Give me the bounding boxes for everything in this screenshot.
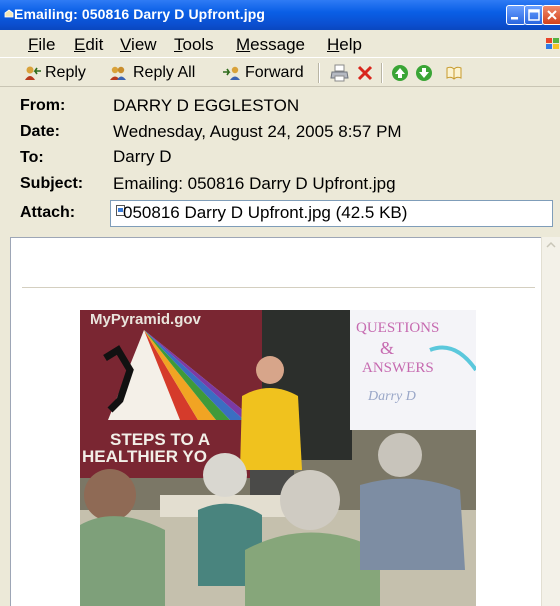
print-icon[interactable] <box>330 63 350 83</box>
left-border <box>0 237 10 606</box>
windows-flag-icon <box>546 38 559 49</box>
next-icon[interactable] <box>414 63 434 83</box>
slide-line-3: ANSWERS <box>362 360 434 376</box>
forward-button[interactable]: Forward <box>222 62 304 84</box>
reply-all-button[interactable]: Reply All <box>110 62 195 84</box>
menu-bar: File Edit View Tools Message Help <box>0 30 560 56</box>
date-label: Date: <box>20 123 61 140</box>
forward-label: Forward <box>245 64 304 81</box>
minimize-button[interactable] <box>506 5 526 25</box>
title-bar[interactable]: Emailing: 050816 Darry D Upfront.jpg <box>0 0 560 30</box>
scroll-up-icon[interactable] <box>545 241 557 249</box>
attached-photo: MyPyramid.gov STEPS TO A HEALTHIER YO QU… <box>80 310 476 606</box>
forward-icon <box>223 66 240 80</box>
poster-site-text: MyPyramid.gov <box>90 311 202 328</box>
reply-icon <box>25 66 41 80</box>
maximize-icon <box>528 9 540 21</box>
previous-icon[interactable] <box>390 63 410 83</box>
menu-edit[interactable]: Edit <box>74 35 103 55</box>
message-headers: From: DARRY D EGGLESTON Date: Wednesday,… <box>0 89 560 237</box>
reply-all-icon <box>110 66 126 80</box>
close-button[interactable] <box>542 5 560 25</box>
slide-line-2: & <box>380 338 394 358</box>
classroom-photo: MyPyramid.gov STEPS TO A HEALTHIER YO QU… <box>80 310 476 606</box>
toolbar-separator <box>318 63 320 83</box>
reply-all-label: Reply All <box>133 64 196 81</box>
toolbar: Reply Reply All Forward <box>0 57 560 87</box>
attach-label: Attach: <box>20 204 76 221</box>
reply-label: Reply <box>45 64 86 81</box>
email-window: Emailing: 050816 Darry D Upfront.jpg Fil… <box>0 0 560 606</box>
minimize-icon <box>511 17 518 20</box>
menu-help[interactable]: Help <box>327 35 362 55</box>
body-divider <box>22 287 535 288</box>
to-label: To: <box>20 149 44 166</box>
slide-line-1: QUESTIONS <box>356 320 439 336</box>
subject-value: Emailing: 050816 Darry D Upfront.jpg <box>113 174 396 193</box>
attachment-name[interactable]: 050816 Darry D Upfront.jpg (42.5 KB) <box>123 203 407 223</box>
to-value: Darry D <box>113 147 172 166</box>
reply-button[interactable]: Reply <box>24 62 86 84</box>
menu-view[interactable]: View <box>120 35 157 55</box>
from-value: DARRY D EGGLESTON <box>113 96 300 115</box>
addresses-icon[interactable] <box>444 63 464 83</box>
poster-slogan-2: HEALTHIER YO <box>82 447 207 466</box>
menu-tools[interactable]: Tools <box>174 35 214 55</box>
window-title: Emailing: 050816 Darry D Upfront.jpg <box>14 6 265 22</box>
close-icon <box>547 10 557 20</box>
envelope-icon <box>4 9 14 18</box>
delete-icon[interactable] <box>355 63 375 83</box>
subject-label: Subject: <box>20 175 84 192</box>
toolbar-separator <box>381 63 383 83</box>
maximize-button[interactable] <box>524 5 544 25</box>
attachment-field[interactable]: 050816 Darry D Upfront.jpg (42.5 KB) <box>110 200 553 227</box>
menu-file[interactable]: File <box>28 35 55 55</box>
date-value: Wednesday, August 24, 2005 8:57 PM <box>113 122 402 141</box>
slide-line-4: Darry D <box>367 389 416 404</box>
menu-message[interactable]: Message <box>236 35 305 55</box>
from-label: From: <box>20 97 66 114</box>
vertical-scrollbar[interactable] <box>541 237 560 606</box>
